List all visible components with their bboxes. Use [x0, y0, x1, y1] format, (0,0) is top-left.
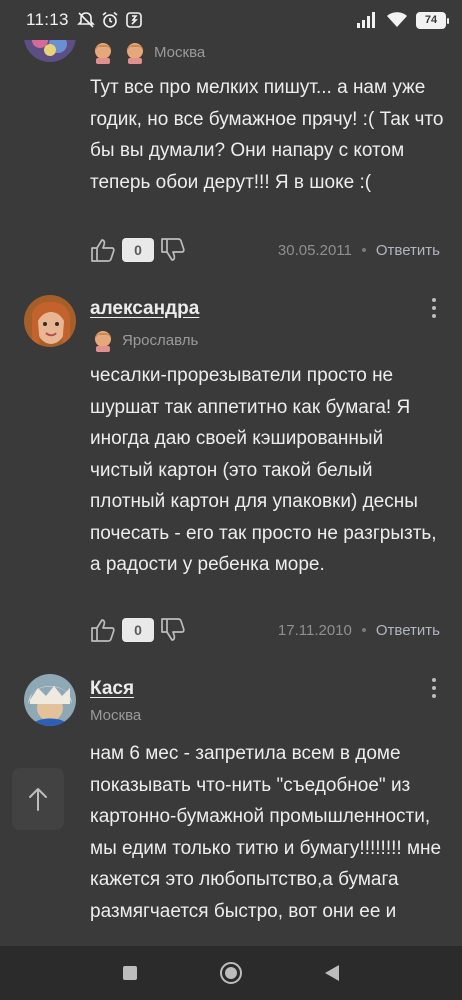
comment-meta: Ярославль	[90, 328, 198, 352]
comment-meta: Москва	[90, 40, 205, 64]
child-girl-icon	[95, 43, 111, 64]
comment-meta: Москва	[90, 707, 141, 724]
mute-icon	[76, 12, 95, 28]
likes-count: 0	[122, 238, 154, 262]
back-button[interactable]	[320, 961, 344, 985]
child-girl-icon	[95, 331, 111, 352]
likes-count: 0	[122, 618, 154, 642]
comment-city: Москва	[154, 43, 206, 61]
status-bar: 11:13 74	[0, 0, 462, 40]
comment-author[interactable]: Кася	[90, 678, 134, 700]
status-left-icons	[76, 11, 143, 29]
comment-date: 17.11.2010	[277, 621, 352, 639]
comment-text: Тут все про мелких пишут... а нам уже го…	[90, 77, 444, 193]
thumbs-down-icon[interactable]	[160, 237, 186, 263]
status-right-icons: 74	[356, 11, 449, 29]
signal-icon	[357, 12, 375, 28]
comment-text: нам 6 мес - запретила всем в доме показы…	[90, 743, 442, 922]
thumbs-up-icon[interactable]	[90, 237, 116, 263]
back-icon	[324, 965, 339, 981]
home-button[interactable]	[219, 961, 243, 985]
avatar-image	[24, 674, 76, 726]
recent-apps-icon	[123, 966, 138, 980]
comment-city: Ярославль	[122, 331, 199, 349]
home-icon	[219, 962, 242, 984]
avatar[interactable]	[24, 295, 76, 347]
reply-link[interactable]: Ответить	[376, 242, 440, 259]
alarm-icon	[102, 11, 118, 28]
comment-text: чесалки-прорезыватели просто не шуршат т…	[90, 365, 437, 575]
comment-actions: 0 30.05.2011 Ответить	[90, 234, 440, 266]
child-girl-icon	[127, 43, 143, 64]
comment-date: 30.05.2011	[277, 241, 352, 259]
more-options-icon[interactable]	[426, 298, 442, 318]
screen: 11:13 74 Москва Тут все про мелких пишут…	[0, 0, 462, 1000]
battery-level: 74	[424, 14, 438, 26]
more-options-icon[interactable]	[426, 678, 442, 698]
comment-city: Москва	[90, 707, 142, 724]
comment-author[interactable]: александра	[90, 298, 199, 320]
recent-apps-button[interactable]	[118, 961, 142, 985]
arrow-up-icon	[29, 788, 47, 811]
thumbs-up-icon[interactable]	[90, 617, 116, 643]
scroll-top-button[interactable]	[12, 768, 64, 830]
thumbs-down-icon[interactable]	[160, 617, 186, 643]
avatar-image	[24, 295, 76, 347]
avatar[interactable]	[24, 674, 76, 726]
separator-dot	[361, 628, 366, 632]
app-icon	[125, 12, 142, 28]
reply-link[interactable]: Ответить	[376, 622, 440, 639]
comment-actions: 0 17.11.2010 Ответить	[90, 614, 440, 646]
wifi-icon	[387, 12, 407, 27]
battery-icon: 74	[416, 11, 449, 29]
system-nav-bar	[0, 946, 462, 1000]
status-time: 11:13	[26, 10, 69, 29]
separator-dot	[361, 248, 366, 252]
